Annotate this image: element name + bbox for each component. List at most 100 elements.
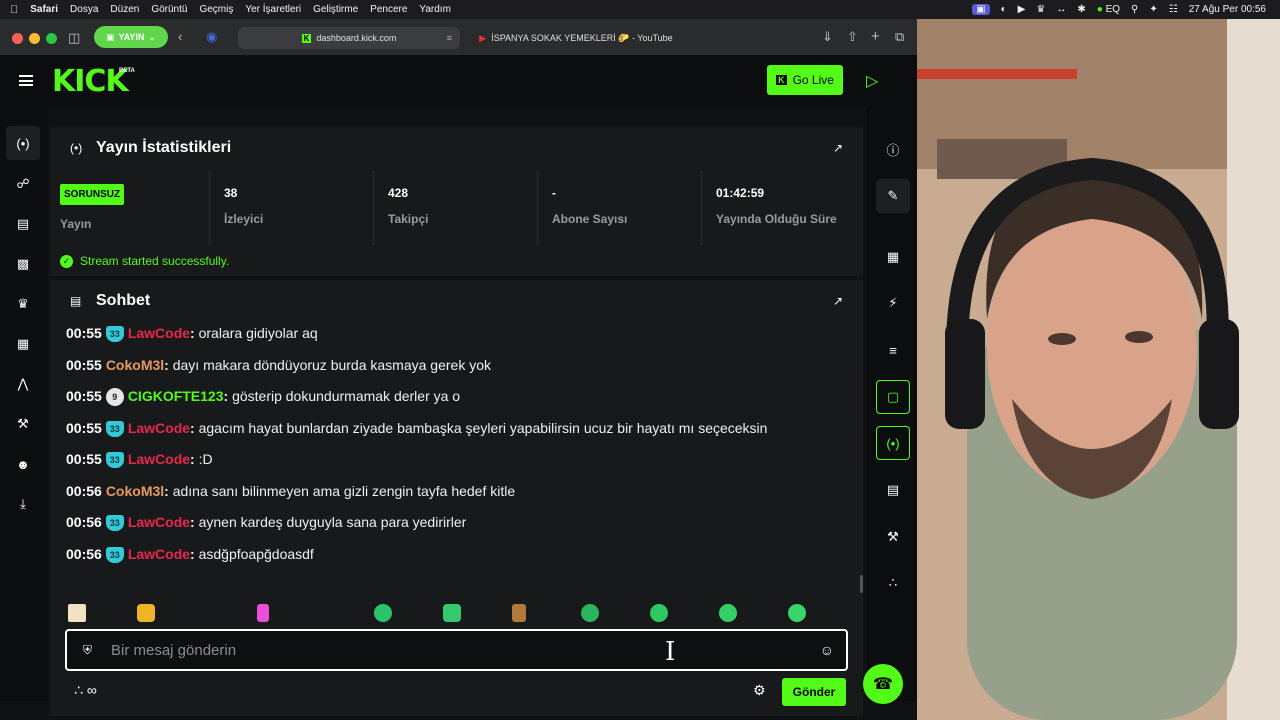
tab-youtube[interactable]: ▶ İSPANYA SOKAK YEMEKLERİ 🌮 - YouTube (470, 27, 682, 49)
screen-record-icon[interactable]: ▣ (972, 4, 990, 15)
bluetooth-icon[interactable]: ✱ (1077, 4, 1085, 15)
kick-logo[interactable]: KICK (52, 67, 129, 97)
emote-icon[interactable] (581, 604, 599, 622)
level-badge-icon[interactable]: 9 (105, 388, 124, 406)
extension-icon[interactable]: ◉ (206, 29, 217, 45)
sidebar-item-stream[interactable]: (•) (6, 126, 40, 160)
subscriber-badge-icon[interactable]: 33 (105, 452, 124, 468)
emote-icon[interactable] (788, 604, 806, 622)
menu-item-develop[interactable]: Geliştirme (313, 4, 358, 15)
emoji-picker-icon[interactable]: ☺ (820, 642, 834, 658)
message-username[interactable]: LawCode (128, 546, 190, 562)
code-icon[interactable]: ↔ (1056, 4, 1066, 15)
message-username[interactable]: LawCode (128, 420, 190, 436)
subscriber-badge-icon[interactable]: 33 (105, 326, 124, 342)
message-username[interactable]: CokoM3l (106, 357, 164, 373)
menu-item-edit[interactable]: Düzen (110, 4, 139, 15)
emote-icon[interactable] (137, 604, 155, 622)
back-arrow-icon[interactable]: ‹ (178, 29, 182, 44)
lightning-icon[interactable]: ⚡ (876, 286, 910, 320)
chat-input-box[interactable]: ⛨ I ☺ (65, 629, 848, 671)
emote-icon[interactable] (719, 604, 737, 622)
go-live-button[interactable]: K Go Live (767, 65, 843, 95)
edit-icon[interactable]: ✎ (876, 179, 910, 213)
minimize-window-button[interactable] (29, 33, 40, 44)
download-icon[interactable]: ⇓ (822, 29, 833, 45)
sidebar-toggle-icon[interactable]: ◫ (68, 30, 80, 46)
sidebar-item-download[interactable]: ⤓ (6, 487, 40, 521)
apple-icon[interactable]:  (10, 4, 18, 16)
hamburger-menu-icon[interactable] (19, 75, 33, 86)
status-icon[interactable]: ◐ (1001, 4, 1007, 15)
new-tab-icon[interactable]: + (871, 28, 880, 45)
chat-message: 00:55 9 CIGKOFTE123: gösterip dokundurmama… (66, 385, 836, 408)
play-icon[interactable]: ▶ (1018, 4, 1026, 15)
stat-viewers: 38 İzleyici (210, 171, 374, 245)
sidebar-item-links[interactable]: ☍ (6, 167, 40, 201)
emote-icon[interactable] (443, 604, 461, 622)
list-icon[interactable]: ≡ (876, 333, 910, 367)
media-icon[interactable]: ▦ (876, 240, 910, 274)
menu-item-view[interactable]: Görüntü (151, 4, 187, 15)
info-icon[interactable]: ⓘ (876, 132, 910, 166)
menu-item-help[interactable]: Yardım (419, 4, 451, 15)
control-center-icon[interactable]: ☷ (1169, 4, 1178, 15)
sidebar-item-analytics[interactable]: ▩ (6, 247, 40, 281)
menu-app-name[interactable]: Safari (30, 4, 58, 15)
message-separator: : (190, 419, 199, 436)
siri-icon[interactable]: ✦ (1149, 4, 1157, 15)
sidebar-item-window[interactable]: ▤ (6, 207, 40, 241)
zoom-window-button[interactable] (46, 33, 57, 44)
emote-icon[interactable] (257, 604, 269, 622)
spotlight-search-icon[interactable]: ⚲ (1131, 4, 1138, 15)
emote-icon[interactable] (650, 604, 668, 622)
subscriber-badge-icon[interactable]: 33 (105, 420, 124, 437)
message-username[interactable]: LawCode (128, 514, 190, 530)
message-username[interactable]: LawCode (128, 325, 190, 341)
message-username[interactable]: CokoM3l (106, 483, 164, 499)
share-icon[interactable]: ⇧ (847, 29, 858, 45)
wrench-icon[interactable]: ⚒ (876, 520, 910, 554)
sidebar-item-tools[interactable]: ⚒ (6, 407, 40, 441)
sidebar-item-stats[interactable]: ⋀ (6, 367, 40, 401)
stat-followers: 428 Takipçi (374, 171, 538, 245)
tab-overview-icon[interactable]: ⧉ (895, 29, 904, 45)
menu-item-bookmarks[interactable]: Yer İşaretleri (245, 4, 301, 15)
sidebar-item-users[interactable]: ☻ (6, 447, 40, 481)
layout-icon[interactable]: ▤ (876, 473, 910, 507)
stream-toggle-icon[interactable]: (•) (876, 426, 910, 460)
stream-key-icon[interactable]: ▷ (866, 71, 882, 90)
message-time: 00:56 (66, 514, 102, 530)
menu-item-file[interactable]: Dosya (70, 4, 98, 15)
reader-icon[interactable]: ≡ (447, 33, 452, 43)
chat-popout-icon[interactable]: ↗ (833, 294, 843, 308)
shield-icon[interactable]: ⛨ (83, 643, 92, 658)
emote-icon[interactable] (68, 604, 86, 622)
subscriber-badge-icon[interactable]: 33 (105, 546, 124, 563)
eq-label[interactable]: ● EQ (1097, 4, 1120, 15)
send-button[interactable]: Gönder (782, 678, 846, 706)
sidebar-item-trophy[interactable]: ♛ (6, 287, 40, 321)
menubar-clock[interactable]: 27 Ağu Per 00:56 (1189, 4, 1266, 15)
close-window-button[interactable] (12, 33, 23, 44)
tab-kick-dashboard[interactable]: K dashboard.kick.com ≡ (238, 27, 460, 49)
crown-icon[interactable]: ♛ (1036, 4, 1045, 15)
emote-icon[interactable] (512, 604, 526, 622)
message-username[interactable]: CIGKOFTE123 (128, 388, 224, 404)
emote-icon[interactable] (374, 604, 392, 622)
subscriber-badge-icon[interactable]: 33 (105, 515, 124, 531)
sidebar-item-media[interactable]: ▦ (6, 327, 40, 361)
menu-item-window[interactable]: Pencere (370, 4, 407, 15)
tab-group-button[interactable]: ▣ YAYIN ⌄ (94, 26, 168, 48)
support-headset-icon[interactable]: ☎ (863, 664, 903, 704)
gear-icon[interactable]: ⚙ (753, 682, 766, 699)
message-text: dayı makara döndüyoruz burda kasmaya ger… (172, 356, 491, 373)
popout-icon[interactable]: ↗ (833, 141, 843, 155)
chat-mode-indicator[interactable]: ∴ ∞ (74, 682, 97, 699)
menu-item-history[interactable]: Geçmiş (199, 4, 233, 15)
message-username[interactable]: LawCode (128, 451, 190, 467)
chat-message-input[interactable] (111, 639, 791, 661)
chat-toggle-icon[interactable]: ▢ (876, 380, 910, 414)
chat-scrollbar[interactable] (860, 575, 863, 593)
apps-icon[interactable]: ∴ (876, 566, 910, 600)
